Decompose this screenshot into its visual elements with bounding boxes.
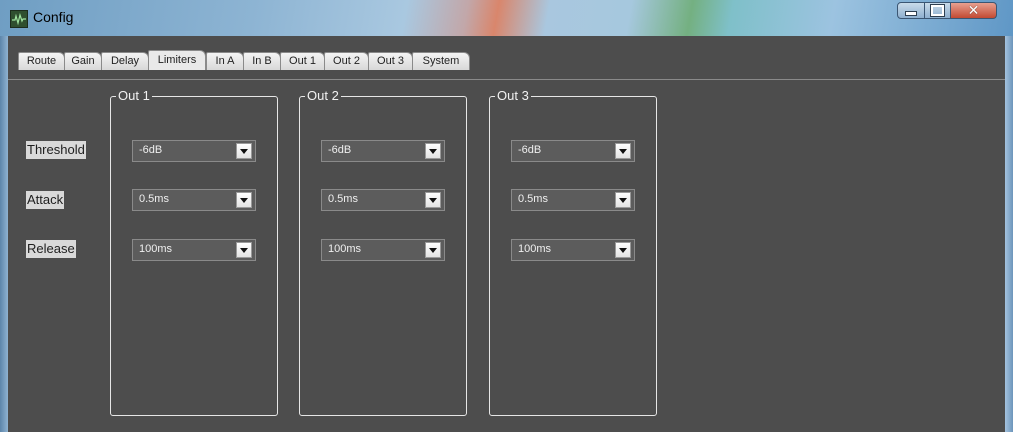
title-bar[interactable]: Config ✕ bbox=[0, 0, 1013, 37]
out-1-threshold-select[interactable]: -6dB bbox=[132, 140, 256, 162]
group-title: Out 2 bbox=[305, 88, 341, 104]
select-value: 100ms bbox=[518, 243, 552, 255]
select-value: 100ms bbox=[139, 243, 173, 255]
dropdown-arrow-icon[interactable] bbox=[615, 143, 631, 159]
dropdown-arrow-icon[interactable] bbox=[236, 192, 252, 208]
close-icon: ✕ bbox=[967, 2, 980, 19]
tab-system[interactable]: System bbox=[412, 52, 470, 70]
dropdown-arrow-icon[interactable] bbox=[425, 143, 441, 159]
dropdown-arrow-icon[interactable] bbox=[236, 143, 252, 159]
window-controls: ✕ bbox=[897, 2, 997, 21]
dropdown-arrow-icon[interactable] bbox=[615, 242, 631, 258]
out-2-release-select[interactable]: 100ms bbox=[321, 239, 445, 261]
out-2-threshold-select[interactable]: -6dB bbox=[321, 140, 445, 162]
select-value: 100ms bbox=[328, 243, 362, 255]
minimize-button[interactable] bbox=[897, 2, 925, 19]
group-title: Out 3 bbox=[495, 88, 531, 104]
tab-out-3[interactable]: Out 3 bbox=[368, 52, 413, 70]
tab-in-a[interactable]: In A bbox=[206, 52, 244, 70]
window-frame-left bbox=[0, 36, 8, 432]
maximize-icon bbox=[931, 5, 944, 16]
attack-label: Attack bbox=[26, 191, 65, 209]
tab-strip: Route Gain Delay Limiters In A In B Out … bbox=[8, 46, 1005, 80]
threshold-label: Threshold bbox=[26, 141, 86, 159]
select-value: -6dB bbox=[518, 144, 542, 156]
tab-divider bbox=[8, 79, 1005, 80]
select-value: -6dB bbox=[328, 144, 352, 156]
out-3-attack-select[interactable]: 0.5ms bbox=[511, 189, 635, 211]
dropdown-arrow-icon[interactable] bbox=[425, 242, 441, 258]
select-value: 0.5ms bbox=[328, 193, 358, 205]
maximize-button[interactable] bbox=[925, 2, 951, 19]
select-value: -6dB bbox=[139, 144, 163, 156]
out-3-release-select[interactable]: 100ms bbox=[511, 239, 635, 261]
dropdown-arrow-icon[interactable] bbox=[236, 242, 252, 258]
tab-route[interactable]: Route bbox=[18, 52, 65, 70]
select-value: 0.5ms bbox=[139, 193, 169, 205]
minimize-icon bbox=[905, 11, 917, 16]
window-title: Config bbox=[33, 9, 74, 25]
select-value: 0.5ms bbox=[518, 193, 548, 205]
release-label: Release bbox=[26, 240, 76, 258]
out-1-attack-select[interactable]: 0.5ms bbox=[132, 189, 256, 211]
tab-out-2[interactable]: Out 2 bbox=[324, 52, 369, 70]
waveform-icon bbox=[10, 10, 28, 28]
dropdown-arrow-icon[interactable] bbox=[425, 192, 441, 208]
tab-in-b[interactable]: In B bbox=[243, 52, 281, 70]
out-3-threshold-select[interactable]: -6dB bbox=[511, 140, 635, 162]
close-button[interactable]: ✕ bbox=[951, 2, 997, 19]
tab-gain[interactable]: Gain bbox=[64, 52, 102, 70]
dropdown-arrow-icon[interactable] bbox=[615, 192, 631, 208]
tab-delay[interactable]: Delay bbox=[101, 52, 149, 70]
window-frame-right bbox=[1005, 36, 1013, 432]
tab-limiters[interactable]: Limiters bbox=[148, 50, 206, 70]
config-panel: Route Gain Delay Limiters In A In B Out … bbox=[8, 36, 1005, 432]
group-title: Out 1 bbox=[116, 88, 152, 104]
out-2-attack-select[interactable]: 0.5ms bbox=[321, 189, 445, 211]
tab-out-1[interactable]: Out 1 bbox=[280, 52, 325, 70]
out-1-release-select[interactable]: 100ms bbox=[132, 239, 256, 261]
